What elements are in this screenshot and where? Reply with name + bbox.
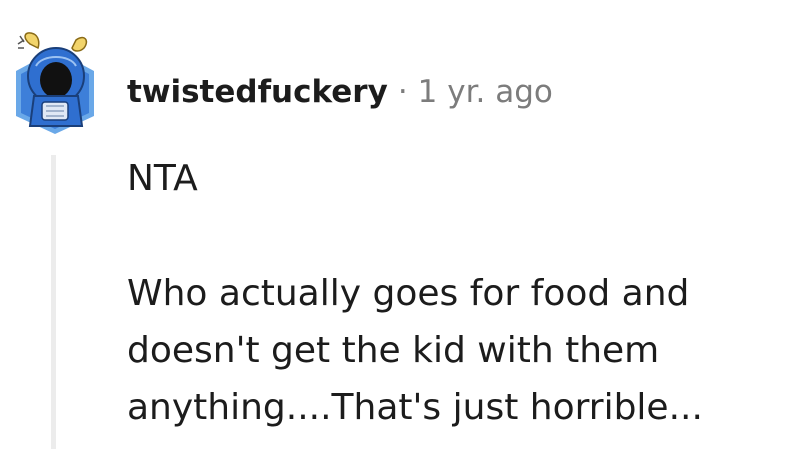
- comment-body: NTA Who actually goes for food and doesn…: [127, 150, 777, 436]
- comment-paragraph: Who actually goes for food and doesn't g…: [127, 273, 703, 428]
- author-link[interactable]: twistedfuckery: [127, 74, 388, 110]
- user-avatar[interactable]: [12, 26, 98, 134]
- snoo-avatar-icon: [16, 32, 94, 134]
- meta-separator: ·: [397, 74, 408, 110]
- comment-paragraph: NTA: [127, 158, 198, 199]
- timestamp[interactable]: 1 yr. ago: [418, 74, 553, 110]
- comment: twistedfuckery · 1 yr. ago NTA Who actuall…: [0, 0, 791, 449]
- thread-collapse-line[interactable]: [51, 155, 56, 449]
- comment-meta: twistedfuckery · 1 yr. ago: [127, 70, 553, 114]
